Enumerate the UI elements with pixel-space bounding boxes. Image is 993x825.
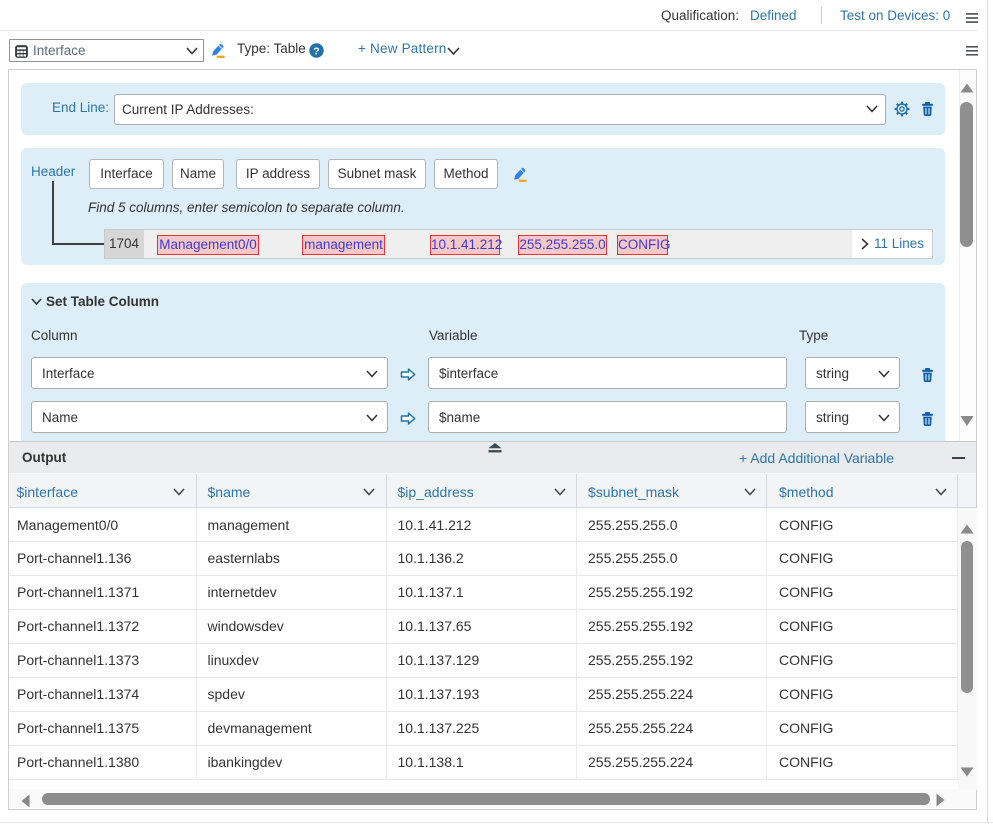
svg-text:?: ? [313, 45, 319, 57]
